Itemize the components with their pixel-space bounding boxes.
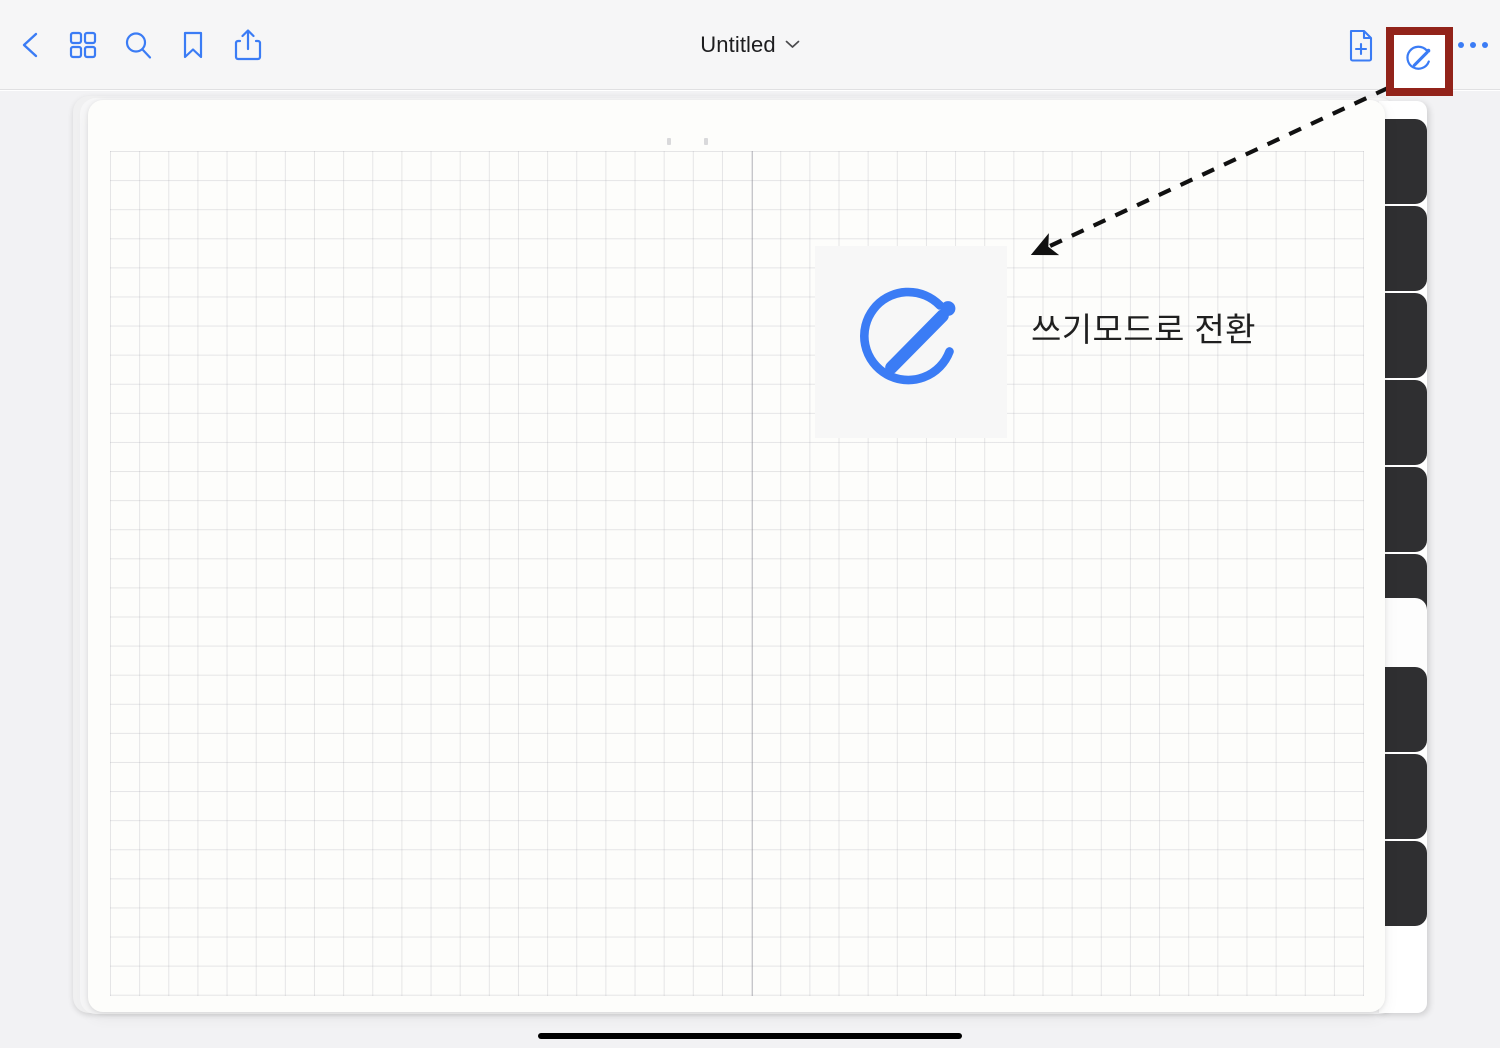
chevron-down-icon — [785, 36, 800, 54]
more-button[interactable] — [1450, 0, 1496, 90]
page-fold-line — [752, 151, 753, 996]
bookmark-button[interactable] — [170, 0, 216, 90]
fold-dot — [704, 138, 708, 145]
document-title-button[interactable]: Untitled — [694, 28, 805, 62]
highlight-box — [1386, 27, 1453, 96]
search-button[interactable] — [115, 0, 161, 90]
pages-grid-button[interactable] — [60, 0, 106, 90]
search-icon — [122, 29, 154, 61]
grid-paper — [110, 151, 1364, 996]
home-indicator[interactable] — [538, 1033, 962, 1039]
top-toolbar: Untitled — [0, 0, 1500, 96]
page-title: Untitled — [700, 32, 776, 57]
section-tab[interactable] — [1380, 119, 1427, 204]
section-tab[interactable] — [1380, 293, 1427, 378]
section-tab[interactable] — [1380, 754, 1427, 839]
section-tab[interactable] — [1380, 467, 1427, 552]
new-page-icon — [1347, 28, 1375, 62]
pages-grid-icon — [68, 30, 98, 60]
back-icon — [17, 30, 43, 60]
share-icon — [234, 28, 262, 62]
section-tab[interactable] — [1380, 841, 1427, 926]
section-tab-selected[interactable] — [1380, 598, 1427, 675]
section-tab[interactable] — [1380, 206, 1427, 291]
more-icon — [1457, 40, 1489, 50]
app-root: Untitled 쓰기모드로 전환 — [0, 0, 1500, 1048]
back-button[interactable] — [8, 0, 52, 90]
write-mode-icon-highlighted[interactable] — [1402, 42, 1436, 81]
section-tab-rail[interactable] — [1379, 101, 1427, 1013]
share-button[interactable] — [225, 0, 271, 90]
notebook-canvas[interactable] — [0, 91, 1500, 1048]
section-tab[interactable] — [1380, 667, 1427, 752]
section-tab[interactable] — [1380, 380, 1427, 465]
fold-dot — [667, 138, 671, 145]
new-page-button[interactable] — [1338, 0, 1384, 90]
bookmark-icon — [180, 29, 206, 61]
notebook-page[interactable] — [88, 100, 1385, 1012]
